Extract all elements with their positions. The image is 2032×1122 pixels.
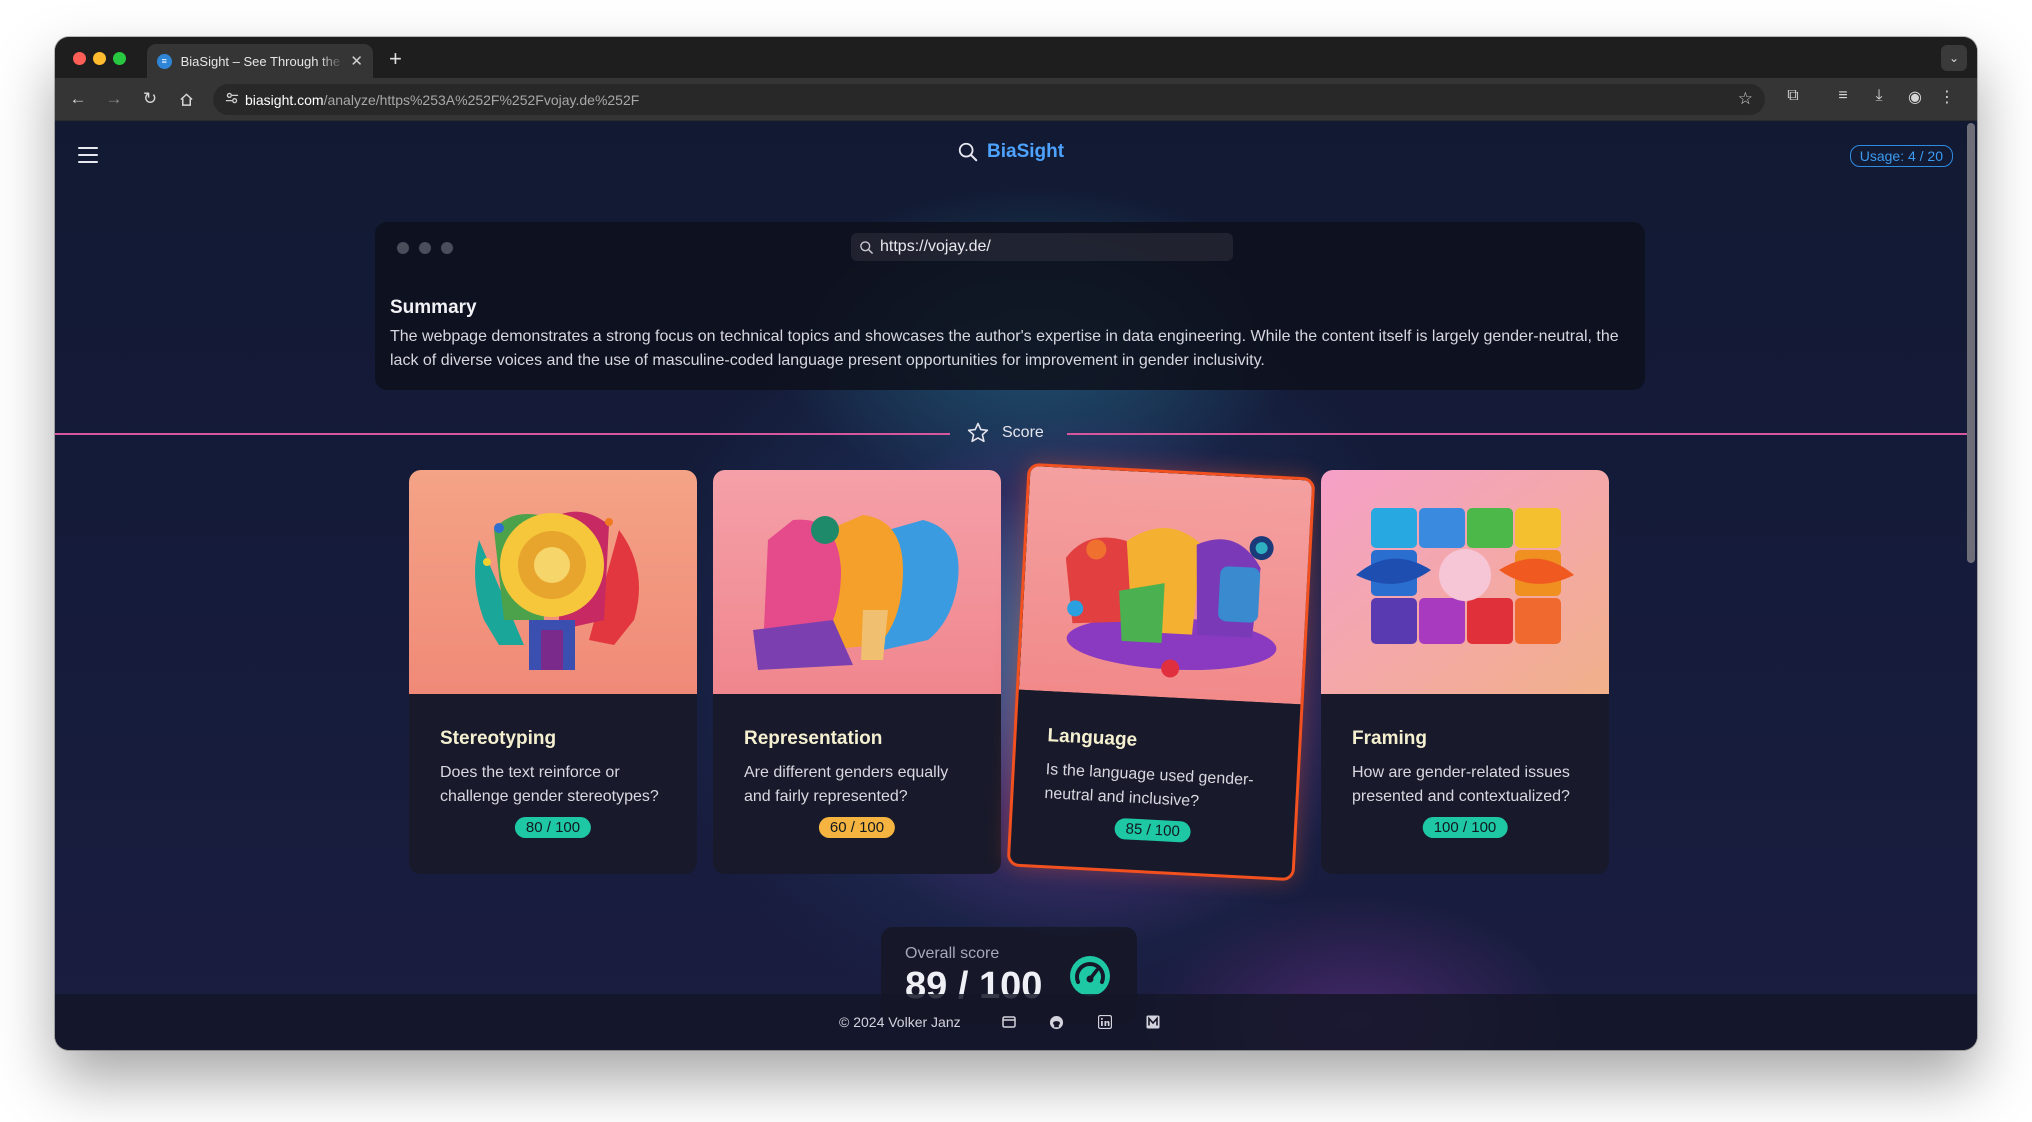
star-icon xyxy=(967,422,989,443)
score-badge: 80 / 100 xyxy=(514,817,592,838)
reload-icon[interactable]: ↻ xyxy=(138,87,162,111)
summary-text: The webpage demonstrates a strong focus … xyxy=(390,328,1619,369)
score-badge: 100 / 100 xyxy=(1422,817,1508,838)
window-dots xyxy=(397,242,453,254)
gauge-icon xyxy=(1070,956,1110,996)
score-card-language[interactable]: Language Is the language used gender-neu… xyxy=(1006,462,1316,882)
url-path: /analyze/https%253A%252F%252Fvojay.de%25… xyxy=(323,91,640,108)
brand-logo[interactable]: BiaSight xyxy=(957,141,1064,163)
framing-illustration xyxy=(1321,470,1609,694)
zoom-window-button[interactable] xyxy=(113,52,126,65)
minimize-window-button[interactable] xyxy=(93,52,106,65)
browser-tab-active[interactable]: ≡ BiaSight – See Through the Bias ✕ xyxy=(147,44,373,78)
site-settings-icon[interactable] xyxy=(225,91,245,108)
page-viewport: BiaSight Usage: 4 / 20 https://vojay.de/… xyxy=(55,121,1977,1050)
back-arrow-icon[interactable]: ← xyxy=(66,87,90,111)
more-menu-icon[interactable]: ⋮ xyxy=(1935,87,1959,107)
divider-right xyxy=(1067,433,1967,435)
scrollbar[interactable] xyxy=(1967,123,1975,563)
browser-window: ≡ BiaSight – See Through the Bias ✕ + ⌄ … xyxy=(55,37,1977,1050)
card-title: Language xyxy=(1046,725,1138,751)
tab-title: BiaSight – See Through the Bias xyxy=(180,53,345,69)
card-title: Representation xyxy=(744,728,883,749)
search-icon xyxy=(860,240,873,254)
score-card-stereotyping[interactable]: Stereotyping Does the text reinforce or … xyxy=(409,470,697,874)
search-icon xyxy=(958,142,978,162)
card-description: How are gender-related issues presented … xyxy=(1352,764,1570,805)
profile-icon[interactable]: ◉ xyxy=(1903,87,1927,107)
brand-name: BiaSight xyxy=(987,141,1065,162)
address-bar[interactable]: biasight.com/analyze/https%253A%252F%252… xyxy=(213,84,1765,115)
score-label: Score xyxy=(1002,424,1044,441)
bookmark-star-icon[interactable]: ☆ xyxy=(1738,89,1753,109)
tab-strip: ≡ BiaSight – See Through the Bias ✕ + ⌄ xyxy=(55,37,1977,78)
overall-score-label: Overall score xyxy=(905,945,1000,962)
chevron-down-icon[interactable]: ⌄ xyxy=(1941,45,1967,71)
card-title: Framing xyxy=(1352,728,1427,749)
hamburger-menu-icon[interactable] xyxy=(78,147,98,163)
usage-badge: Usage: 4 / 20 xyxy=(1849,145,1953,167)
summary-panel: https://vojay.de/ Summary The webpage de… xyxy=(375,222,1645,390)
score-card-representation[interactable]: Representation Are different genders equ… xyxy=(713,470,1001,874)
footer: © 2024 Volker Janz xyxy=(55,994,1977,1050)
window-icon[interactable] xyxy=(1001,1014,1017,1030)
card-description: Is the language used gender-neutral and … xyxy=(1044,761,1255,811)
url-host: biasight.com xyxy=(245,91,324,108)
language-illustration xyxy=(1018,465,1316,705)
card-title: Stereotyping xyxy=(440,728,557,749)
forward-arrow-icon[interactable]: → xyxy=(102,87,126,111)
card-description: Does the text reinforce or challenge gen… xyxy=(440,764,659,805)
score-heading: Score xyxy=(966,421,1044,445)
score-badge: 85 / 100 xyxy=(1114,817,1192,843)
home-icon[interactable] xyxy=(174,87,198,111)
score-card-framing[interactable]: Framing How are gender-related issues pr… xyxy=(1321,470,1609,874)
extensions-icon[interactable]: ⧉ xyxy=(1781,87,1805,105)
plus-icon[interactable]: + xyxy=(389,46,402,72)
github-icon[interactable] xyxy=(1049,1014,1065,1030)
stereotyping-illustration xyxy=(409,470,697,694)
close-icon[interactable]: ✕ xyxy=(350,52,363,70)
favicon-icon: ≡ xyxy=(157,53,172,69)
analyzed-url: https://vojay.de/ xyxy=(880,238,991,255)
download-icon[interactable]: ⤓ xyxy=(1867,87,1891,105)
summary-title: Summary xyxy=(390,297,477,318)
media-controls-icon[interactable]: ≡ xyxy=(1831,87,1855,105)
browser-toolbar: ← → ↻ biasight.com/analyze/https%253A%25… xyxy=(55,78,1977,121)
analyzed-url-bar: https://vojay.de/ xyxy=(851,233,1233,261)
representation-illustration xyxy=(713,470,1001,694)
card-description: Are different genders equally and fairly… xyxy=(744,764,949,805)
divider-left xyxy=(55,433,950,435)
linkedin-icon[interactable] xyxy=(1097,1014,1113,1030)
close-window-button[interactable] xyxy=(73,52,86,65)
medium-icon[interactable] xyxy=(1145,1014,1161,1030)
copyright-text: © 2024 Volker Janz xyxy=(839,1014,961,1030)
score-badge: 60 / 100 xyxy=(818,817,896,838)
